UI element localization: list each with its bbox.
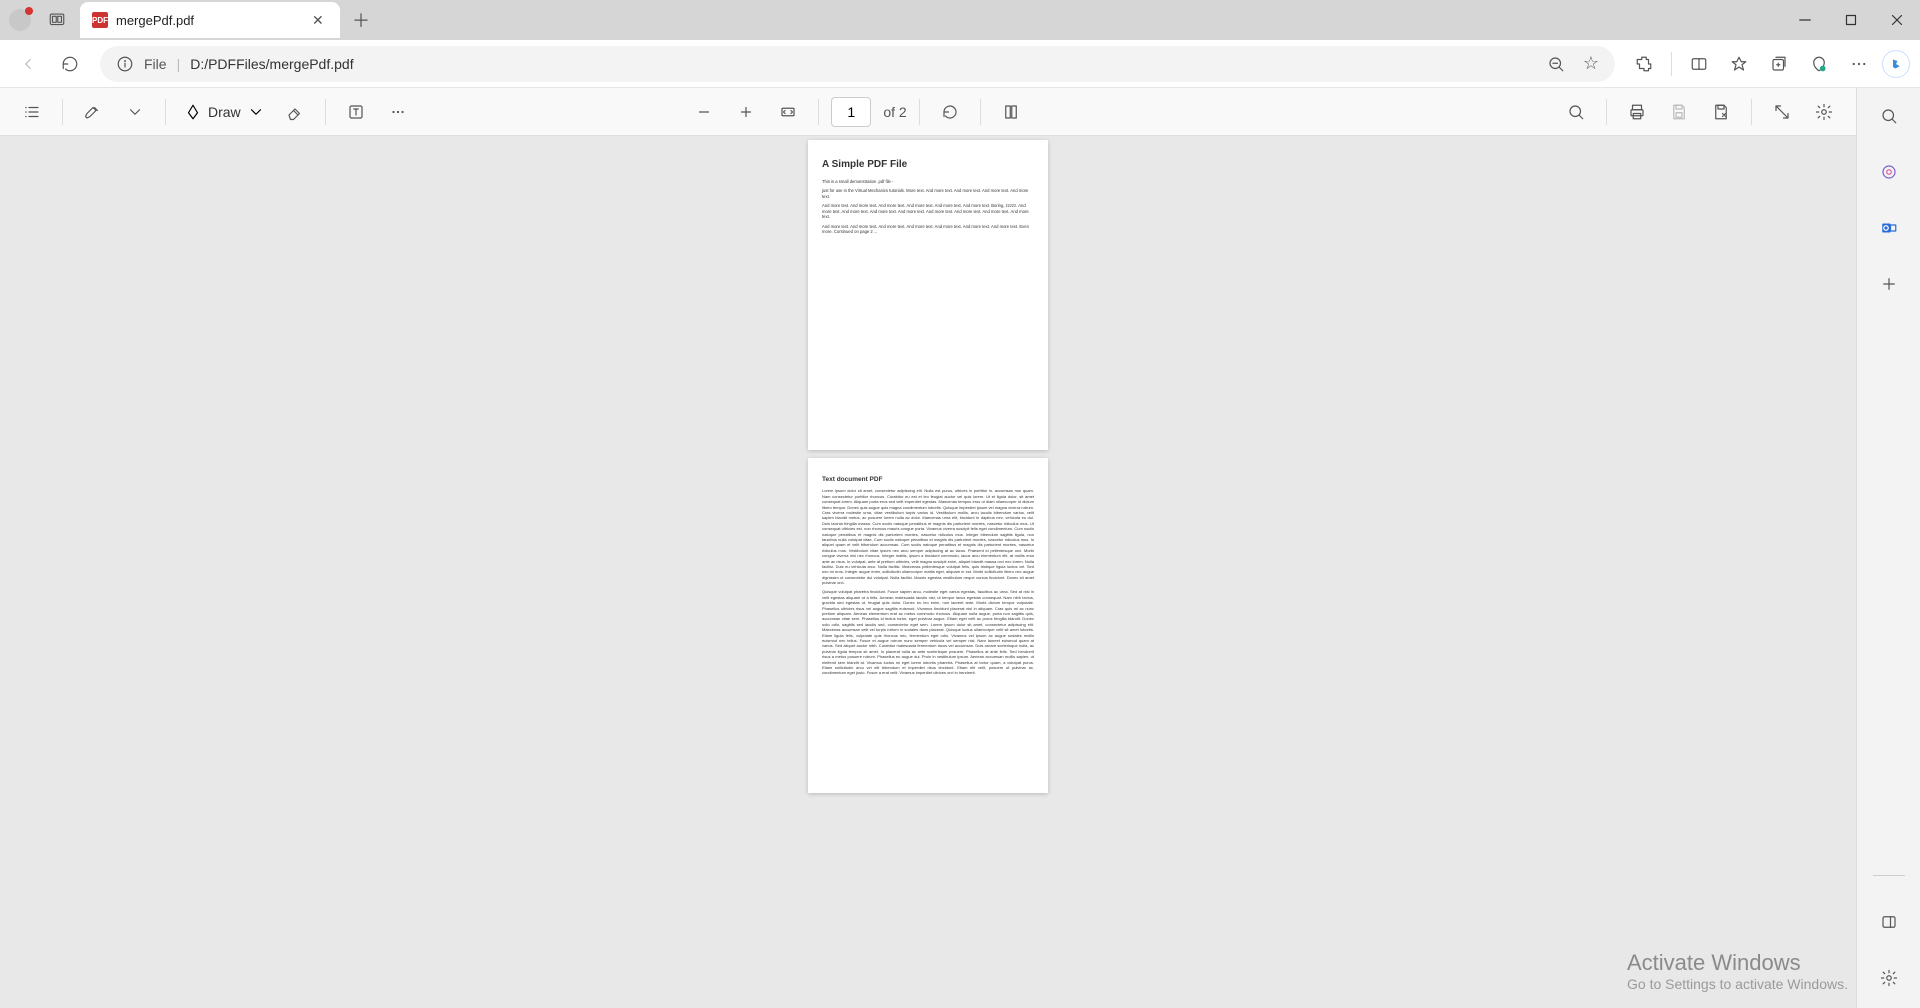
pdf-toolbar: Draw of 2 bbox=[0, 88, 1856, 136]
fit-width-button[interactable] bbox=[770, 94, 806, 130]
draw-button[interactable]: Draw bbox=[178, 94, 271, 130]
pdf-settings-button[interactable] bbox=[1806, 94, 1842, 130]
sidebar-add-button[interactable] bbox=[1871, 266, 1907, 302]
minimize-button[interactable] bbox=[1782, 0, 1828, 40]
address-bar-row: File | D:/PDFFiles/mergePdf.pdf ☆ bbox=[0, 40, 1920, 88]
browser-essentials-button[interactable] bbox=[1802, 47, 1836, 81]
profile-button[interactable] bbox=[0, 9, 40, 31]
zoom-out-button[interactable] bbox=[686, 94, 722, 130]
workspaces-button[interactable] bbox=[40, 11, 74, 29]
sidebar-outlook-button[interactable] bbox=[1871, 210, 1907, 246]
bing-chat-button[interactable] bbox=[1882, 50, 1910, 78]
back-button[interactable] bbox=[10, 46, 46, 82]
tab-title: mergePdf.pdf bbox=[116, 13, 304, 28]
sidebar-settings-button[interactable] bbox=[1871, 960, 1907, 996]
pdf-icon: PDF bbox=[92, 12, 108, 28]
page-view-button[interactable] bbox=[993, 94, 1029, 130]
draw-label: Draw bbox=[208, 104, 241, 120]
collections-button[interactable] bbox=[1762, 47, 1796, 81]
save-button[interactable] bbox=[1661, 94, 1697, 130]
add-text-button[interactable] bbox=[338, 94, 374, 130]
highlight-dropdown[interactable] bbox=[117, 94, 153, 130]
edge-sidebar bbox=[1856, 88, 1920, 1008]
save-as-button[interactable] bbox=[1703, 94, 1739, 130]
favorites-button[interactable] bbox=[1722, 47, 1756, 81]
address-path: D:/PDFFiles/mergePdf.pdf bbox=[190, 56, 353, 72]
favorite-button[interactable]: ☆ bbox=[1583, 53, 1599, 74]
page2-title: Text document PDF bbox=[822, 476, 1034, 484]
contents-button[interactable] bbox=[14, 94, 50, 130]
sidebar-office-button[interactable] bbox=[1871, 154, 1907, 190]
window-title-bar: PDF mergePdf.pdf ✕ ＋ bbox=[0, 0, 1920, 40]
fullscreen-button[interactable] bbox=[1764, 94, 1800, 130]
settings-menu-button[interactable] bbox=[1842, 47, 1876, 81]
new-tab-button[interactable]: ＋ bbox=[344, 3, 378, 37]
close-tab-button[interactable]: ✕ bbox=[312, 12, 328, 29]
close-window-button[interactable] bbox=[1874, 0, 1920, 40]
pdf-viewer[interactable]: A Simple PDF File This is a small demons… bbox=[0, 136, 1856, 1008]
find-button[interactable] bbox=[1558, 94, 1594, 130]
chevron-down-icon bbox=[247, 103, 265, 121]
rotate-button[interactable] bbox=[932, 94, 968, 130]
highlight-button[interactable] bbox=[75, 94, 111, 130]
pdf-page-2: Text document PDF Lorem ipsum dolor sit … bbox=[808, 458, 1048, 793]
more-tools-button[interactable] bbox=[380, 94, 416, 130]
page1-title: A Simple PDF File bbox=[822, 158, 1034, 171]
extensions-button[interactable] bbox=[1627, 47, 1661, 81]
zoom-in-button[interactable] bbox=[728, 94, 764, 130]
browser-tab[interactable]: PDF mergePdf.pdf ✕ bbox=[80, 2, 340, 38]
split-screen-button[interactable] bbox=[1682, 47, 1716, 81]
page-total-label: of 2 bbox=[883, 104, 906, 120]
address-bar[interactable]: File | D:/PDFFiles/mergePdf.pdf ☆ bbox=[100, 46, 1615, 82]
page-number-input[interactable] bbox=[831, 97, 871, 127]
erase-button[interactable] bbox=[277, 94, 313, 130]
pen-icon bbox=[184, 103, 202, 121]
sidebar-search-button[interactable] bbox=[1871, 98, 1907, 134]
refresh-button[interactable] bbox=[52, 46, 88, 82]
print-button[interactable] bbox=[1619, 94, 1655, 130]
activate-windows-watermark: Activate Windows Go to Settings to activ… bbox=[1627, 950, 1848, 992]
address-scheme: File bbox=[144, 56, 167, 72]
sidebar-panel-button[interactable] bbox=[1871, 904, 1907, 940]
maximize-button[interactable] bbox=[1828, 0, 1874, 40]
info-icon bbox=[116, 55, 134, 73]
zoom-reset-button[interactable] bbox=[1539, 47, 1573, 81]
pdf-page-1: A Simple PDF File This is a small demons… bbox=[808, 140, 1048, 450]
